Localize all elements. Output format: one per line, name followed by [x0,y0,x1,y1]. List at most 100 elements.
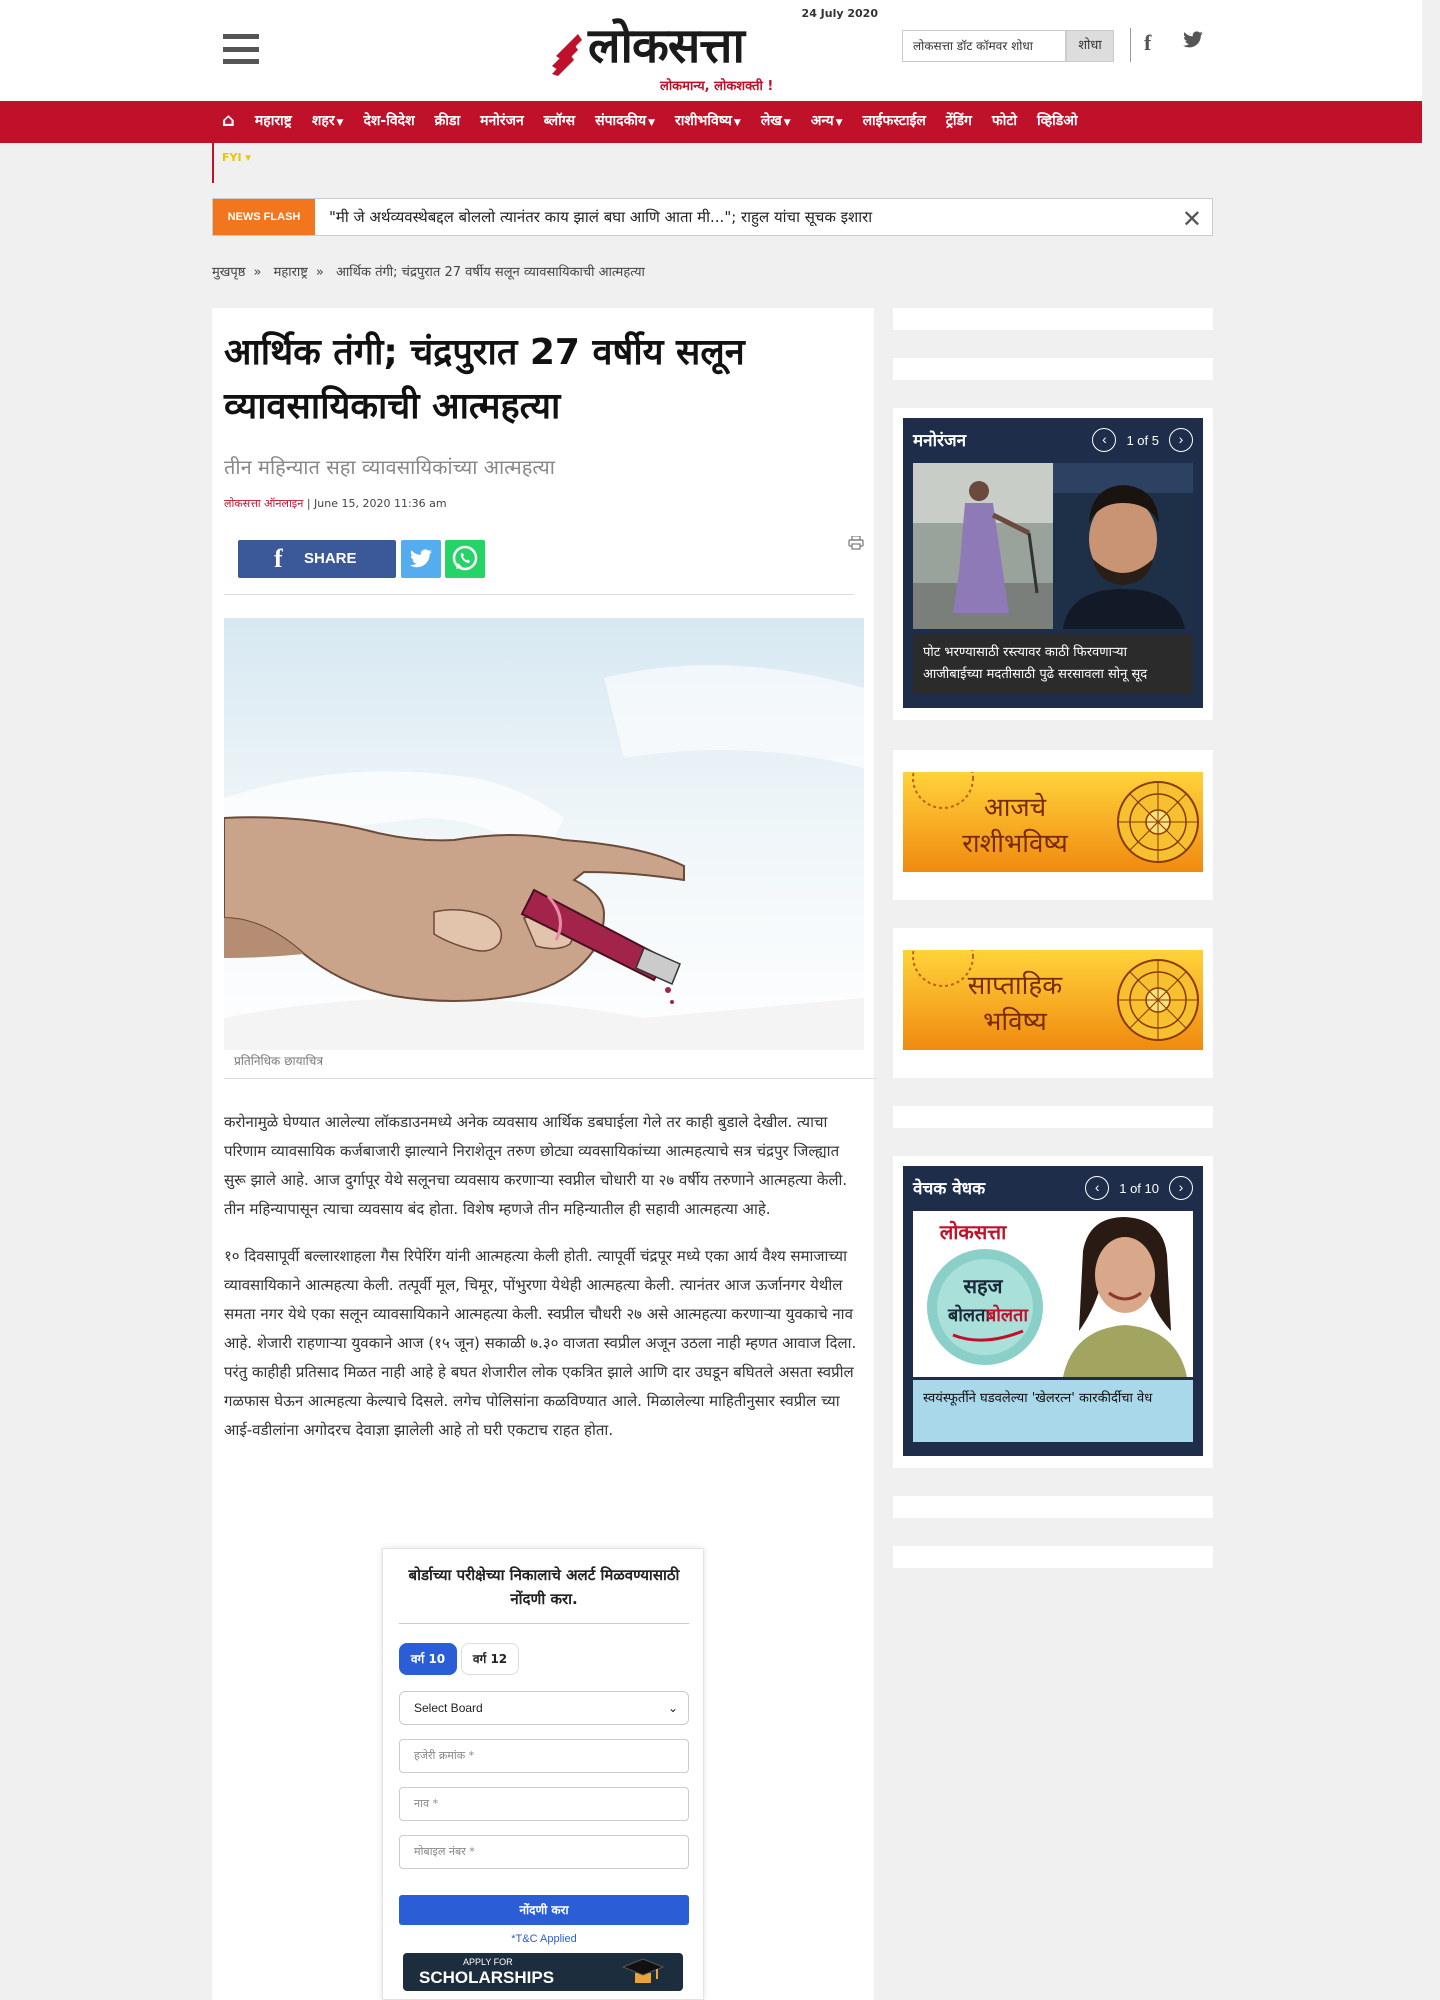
site-header: 24 July 2020 लोकसत्ता लोकमान्य, लोकशक्ती… [0,0,1422,101]
nav-item-label: राशीभविष्य [675,113,732,129]
nav-item-label: क्रीडा [434,113,461,129]
nav-item[interactable]: अन्य ▼ [801,101,853,143]
nav-item[interactable]: शहर ▼ [302,101,354,143]
nav-item-label: ब्लॉग्स [543,113,576,129]
sidebar-ad-slot [893,308,1213,330]
news-flash-label: NEWS FLASH [213,199,315,235]
nav-home-icon[interactable]: ⌂ [212,101,245,143]
sidebar-ad-slot [893,1496,1213,1518]
article-author[interactable]: लोकसत्ता ऑनलाइन [224,497,303,510]
breadcrumb-home[interactable]: मुखपृष्ठ [212,265,245,280]
horoscope-today-widget[interactable]: आजचे राशीभविष्य [893,750,1213,900]
nav-item[interactable]: लेख ▼ [751,101,801,143]
search-button[interactable]: शोधा [1066,30,1114,62]
caret-down-icon: ▼ [733,118,741,128]
sidebar-ad-slot [893,358,1213,380]
nav-item[interactable]: देश-विदेश [353,101,424,143]
vedhak-bubble-word3: बोलता [985,1304,1029,1326]
nav-item[interactable]: लाईफस्टाईल [853,101,936,143]
article-paragraph: करोनामुळे घेण्यात आलेल्या लॉकडाउनमध्ये अ… [224,1113,848,1218]
horoscope-today-line1: आजचे [984,792,1047,823]
chevron-right-icon[interactable]: › [1169,1176,1193,1200]
nav-item-label: व्हिडिओ [1037,113,1078,129]
vedhak-widget: वेचक वेधक ‹ 1 of 10 › लोकसत्ता सहज बोलता… [893,1156,1213,1468]
nav-item[interactable]: व्हिडिओ [1027,101,1088,143]
vedhak-bubble-word2: बोलता [947,1304,991,1326]
logo-flame-icon [552,34,582,76]
nav-item-label: लेख [760,113,782,129]
nav-item-label: देश-विदेश [363,113,415,129]
breadcrumb-section[interactable]: महाराष्ट्र [274,265,308,280]
article-paragraph: १० दिवसापूर्वी बल्लारशाहला गैस रिपेरिंग … [224,1247,857,1439]
name-field[interactable]: नाव * [399,1787,689,1821]
image-caption: प्रतिनिधिक छायाचित्र [234,1054,324,1068]
roll-number-field[interactable]: हजेरी क्रमांक * [399,1739,689,1773]
breadcrumb: मुखपृष्ठ» महाराष्ट्र» आर्थिक तंगी; चंद्र… [212,265,645,280]
logo-wordmark: लोकसत्ता [588,18,745,74]
site-logo[interactable]: 24 July 2020 लोकसत्ता लोकमान्य, लोकशक्ती… [548,4,878,94]
caret-down-icon: ▼ [835,118,843,128]
board-result-widget: बोर्डाच्या परीक्षेच्या निकालाचे अलर्ट मि… [382,1548,704,2000]
horoscope-week-banner: साप्ताहिक भविष्य [903,950,1203,1050]
news-flash-headline[interactable]: "मी जे अर्थव्यवस्थेबद्दल बोललो त्यानंतर … [329,199,872,235]
mobile-field[interactable]: मोबाइल नंबर * [399,1835,689,1869]
chevron-right-icon[interactable]: › [1169,428,1193,452]
divider [224,594,854,595]
tab-class-12[interactable]: वर्ग 12 [461,1643,519,1675]
nav-item-label: संपादकीय [595,113,647,129]
vedhak-caption[interactable]: स्वयंस्फूर्तीने घडवलेल्या 'खेलरत्न' कारक… [913,1380,1193,1442]
entertainment-widget: मनोरंजन ‹ 1 of 5 › पोट भरण्यासाठी रस्त्य… [893,408,1213,720]
logo-tagline: लोकमान्य, लोकशक्ती ! [660,79,774,94]
entertainment-title[interactable]: मनोरंजन [913,428,966,451]
nav-item-label: महाराष्ट्र [254,113,292,129]
nav-item[interactable]: ब्लॉग्स [534,101,585,143]
nav-item[interactable]: महाराष्ट्र [245,101,302,143]
nav-item[interactable]: ट्रेंडिंग [936,101,982,143]
board-widget-title: बोर्डाच्या परीक्षेच्या निकालाचे अलर्ट मि… [408,1566,680,1608]
header-date: 24 July 2020 [801,7,878,20]
nav-item[interactable]: राशीभविष्य ▼ [665,101,751,143]
chevron-left-icon[interactable]: ‹ [1085,1176,1110,1200]
nav-item[interactable]: फोटो [982,101,1027,143]
horoscope-week-line1: साप्ताहिक [968,970,1063,1001]
article-body: करोनामुळे घेण्यात आलेल्या लॉकडाउनमध्ये अ… [224,1108,864,1463]
nav-item[interactable]: क्रीडा [425,101,471,143]
horoscope-week-widget[interactable]: साप्ताहिक भविष्य [893,928,1213,1078]
chevron-left-icon[interactable]: ‹ [1092,428,1117,452]
nav-item-label: लाईफस्टाईल [862,113,926,129]
facebook-icon[interactable]: f [1144,30,1151,56]
carousel-counter: 1 of 10 [1119,1180,1159,1196]
menu-icon[interactable] [223,34,259,64]
vedhak-title[interactable]: वेचक वेधक [913,1176,985,1199]
horoscope-today-line2: राशीभविष्य [962,828,1068,859]
sidebar-ad-slot [893,1106,1213,1128]
close-icon[interactable]: ✕ [1182,205,1202,233]
carousel-counter: 1 of 5 [1126,432,1159,448]
graduation-cap-icon [621,1958,665,1983]
facebook-share-button[interactable]: f SHARE [238,540,396,578]
entertainment-caption[interactable]: पोट भरण्यासाठी रस्त्यावर काठी फिरवणाऱ्या… [913,634,1193,694]
tab-class-10[interactable]: वर्ग 10 [399,1643,457,1675]
divider [224,1078,876,1079]
facebook-icon: f [274,544,283,573]
main-nav: ⌂ महाराष्ट्र शहर ▼ देश-विदेश क्रीडा मनोरंजन ब्… [0,101,1422,143]
scholarship-banner[interactable]: APPLY FOR SCHOLARSHIPS [403,1953,683,1991]
register-button[interactable]: नोंदणी करा [399,1895,689,1925]
scholarship-main-text: SCHOLARSHIPS [419,1968,555,1987]
search-input[interactable]: लोकसत्ता डॉट कॉमवर शोधा [902,30,1066,62]
entertainment-image[interactable] [913,463,1193,629]
board-select[interactable]: Select Board ⌄ [399,1691,689,1725]
twitter-share-button[interactable] [401,540,441,578]
caret-down-icon: ▼ [783,118,791,128]
vedhak-image[interactable]: लोकसत्ता सहज बोलता बोलता [913,1211,1193,1377]
nav-fyi[interactable]: FYI ▾ [222,151,251,164]
print-icon[interactable] [848,536,864,550]
carousel-nav: ‹ 1 of 10 › [1085,1176,1193,1200]
nav-item[interactable]: संपादकीय ▼ [585,101,665,143]
whatsapp-share-button[interactable] [445,540,485,578]
twitter-icon[interactable] [1182,31,1204,49]
whatsapp-icon [452,545,478,571]
twitter-icon [410,549,432,568]
nav-item[interactable]: मनोरंजन [470,101,534,143]
tnc-link[interactable]: *T&C Applied [383,1933,705,1945]
